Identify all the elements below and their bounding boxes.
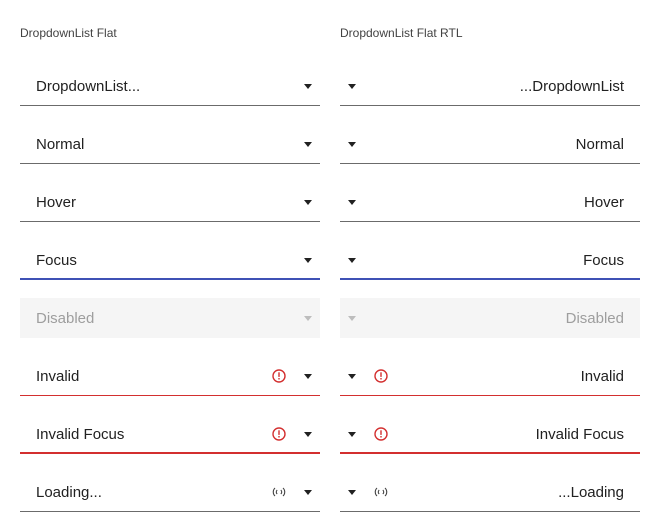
dropdown-value: Normal: [575, 136, 624, 153]
caret-down-icon: [348, 84, 356, 89]
dropdown-rtl-invalid[interactable]: Invalid: [340, 356, 640, 396]
caret-down-icon: [304, 490, 312, 495]
dropdown-rtl-invalid-focus[interactable]: Invalid Focus: [340, 414, 640, 454]
dropdown-ltr-invalid[interactable]: Invalid: [20, 356, 320, 396]
dropdown-value: Invalid: [580, 368, 624, 385]
caret-down-icon: [304, 374, 312, 379]
ltr-column-title: DropdownList Flat: [20, 26, 117, 40]
caret-down-icon: [304, 200, 312, 205]
dropdown-rtl-normal[interactable]: Normal: [340, 124, 640, 164]
dropdown-value: Normal: [36, 136, 85, 153]
caret-down-icon: [348, 432, 356, 437]
caret-down-icon: [304, 258, 312, 263]
error-circle-icon: [272, 427, 286, 441]
dropdown-value: DropdownList...: [36, 78, 141, 95]
caret-down-icon: [304, 142, 312, 147]
error-circle-icon: [272, 369, 286, 383]
error-circle-icon: [374, 369, 388, 383]
rtl-column-title: DropdownList Flat RTL: [340, 26, 463, 40]
dropdown-value: Invalid Focus: [36, 426, 125, 443]
dropdown-rtl-hover[interactable]: Hover: [340, 182, 640, 222]
dropdown-rtl-focus[interactable]: Focus: [340, 240, 640, 280]
dropdown-rtl-default[interactable]: DropdownList...: [340, 66, 640, 106]
dropdown-ltr-default[interactable]: DropdownList...: [20, 66, 320, 106]
dropdown-value: Loading...: [558, 484, 624, 501]
caret-down-icon: [348, 490, 356, 495]
caret-down-icon: [348, 374, 356, 379]
loading-icon: [374, 487, 388, 497]
caret-down-icon: [304, 316, 312, 321]
caret-down-icon: [348, 200, 356, 205]
dropdown-value: Hover: [36, 194, 77, 211]
dropdown-ltr-hover[interactable]: Hover: [20, 182, 320, 222]
dropdown-ltr-disabled: Disabled: [20, 298, 320, 338]
dropdown-ltr-loading[interactable]: Loading...: [20, 472, 320, 512]
dropdown-value: Loading...: [36, 484, 102, 501]
dropdown-value: Disabled: [36, 310, 95, 327]
caret-down-icon: [348, 142, 356, 147]
dropdown-ltr-focus[interactable]: Focus: [20, 240, 320, 280]
dropdown-value: Focus: [583, 252, 624, 269]
error-circle-icon: [374, 427, 388, 441]
caret-down-icon: [304, 84, 312, 89]
dropdown-rtl-disabled: Disabled: [340, 298, 640, 338]
loading-icon: [272, 487, 286, 497]
dropdown-value: Hover: [583, 194, 624, 211]
caret-down-icon: [348, 258, 356, 263]
dropdown-value: DropdownList...: [519, 78, 624, 95]
caret-down-icon: [348, 316, 356, 321]
dropdown-value: Invalid: [36, 368, 80, 385]
dropdown-value: Disabled: [565, 310, 624, 327]
dropdown-rtl-loading[interactable]: Loading...: [340, 472, 640, 512]
dropdown-ltr-invalid-focus[interactable]: Invalid Focus: [20, 414, 320, 454]
dropdown-ltr-normal[interactable]: Normal: [20, 124, 320, 164]
dropdown-value: Focus: [36, 252, 77, 269]
caret-down-icon: [304, 432, 312, 437]
dropdown-value: Invalid Focus: [535, 426, 624, 443]
